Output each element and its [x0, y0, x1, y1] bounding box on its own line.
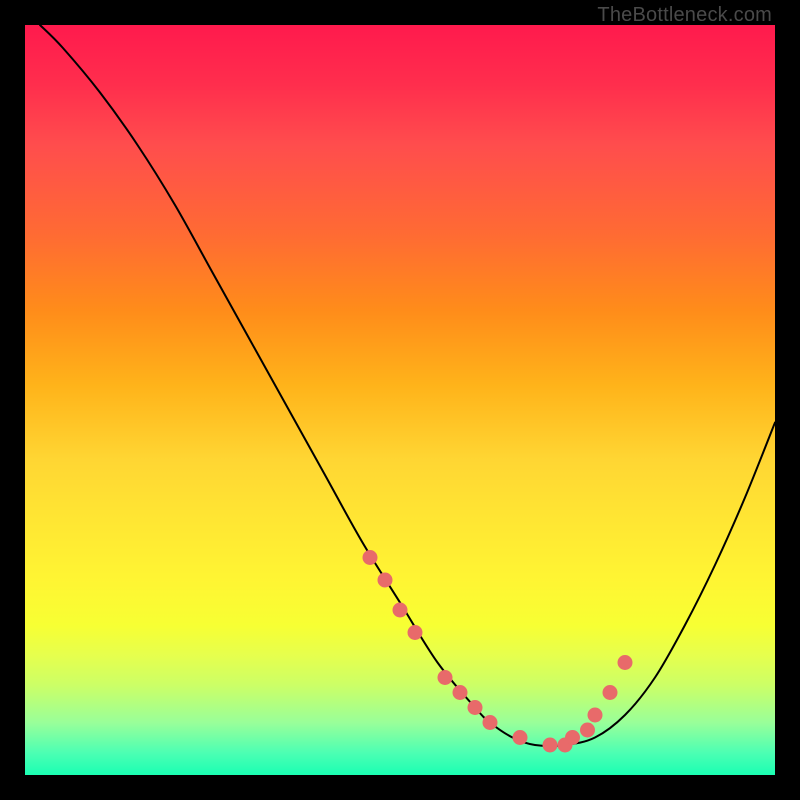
- highlight-dot: [543, 738, 558, 753]
- highlight-dot: [453, 685, 468, 700]
- highlight-dot: [363, 550, 378, 565]
- highlight-dot: [378, 573, 393, 588]
- highlight-dot: [408, 625, 423, 640]
- highlight-dot: [603, 685, 618, 700]
- bottleneck-curve: [40, 25, 775, 746]
- highlight-dot: [438, 670, 453, 685]
- highlight-dot: [468, 700, 483, 715]
- watermark-text: TheBottleneck.com: [597, 4, 772, 27]
- highlight-dot: [618, 655, 633, 670]
- chart-container: TheBottleneck.com: [0, 0, 800, 800]
- highlight-dots-group: [363, 550, 633, 753]
- highlight-dot: [393, 603, 408, 618]
- highlight-dot: [588, 708, 603, 723]
- highlight-dot: [483, 715, 498, 730]
- highlight-dot: [513, 730, 528, 745]
- chart-svg: [25, 25, 775, 775]
- highlight-dot: [580, 723, 595, 738]
- highlight-dot: [565, 730, 580, 745]
